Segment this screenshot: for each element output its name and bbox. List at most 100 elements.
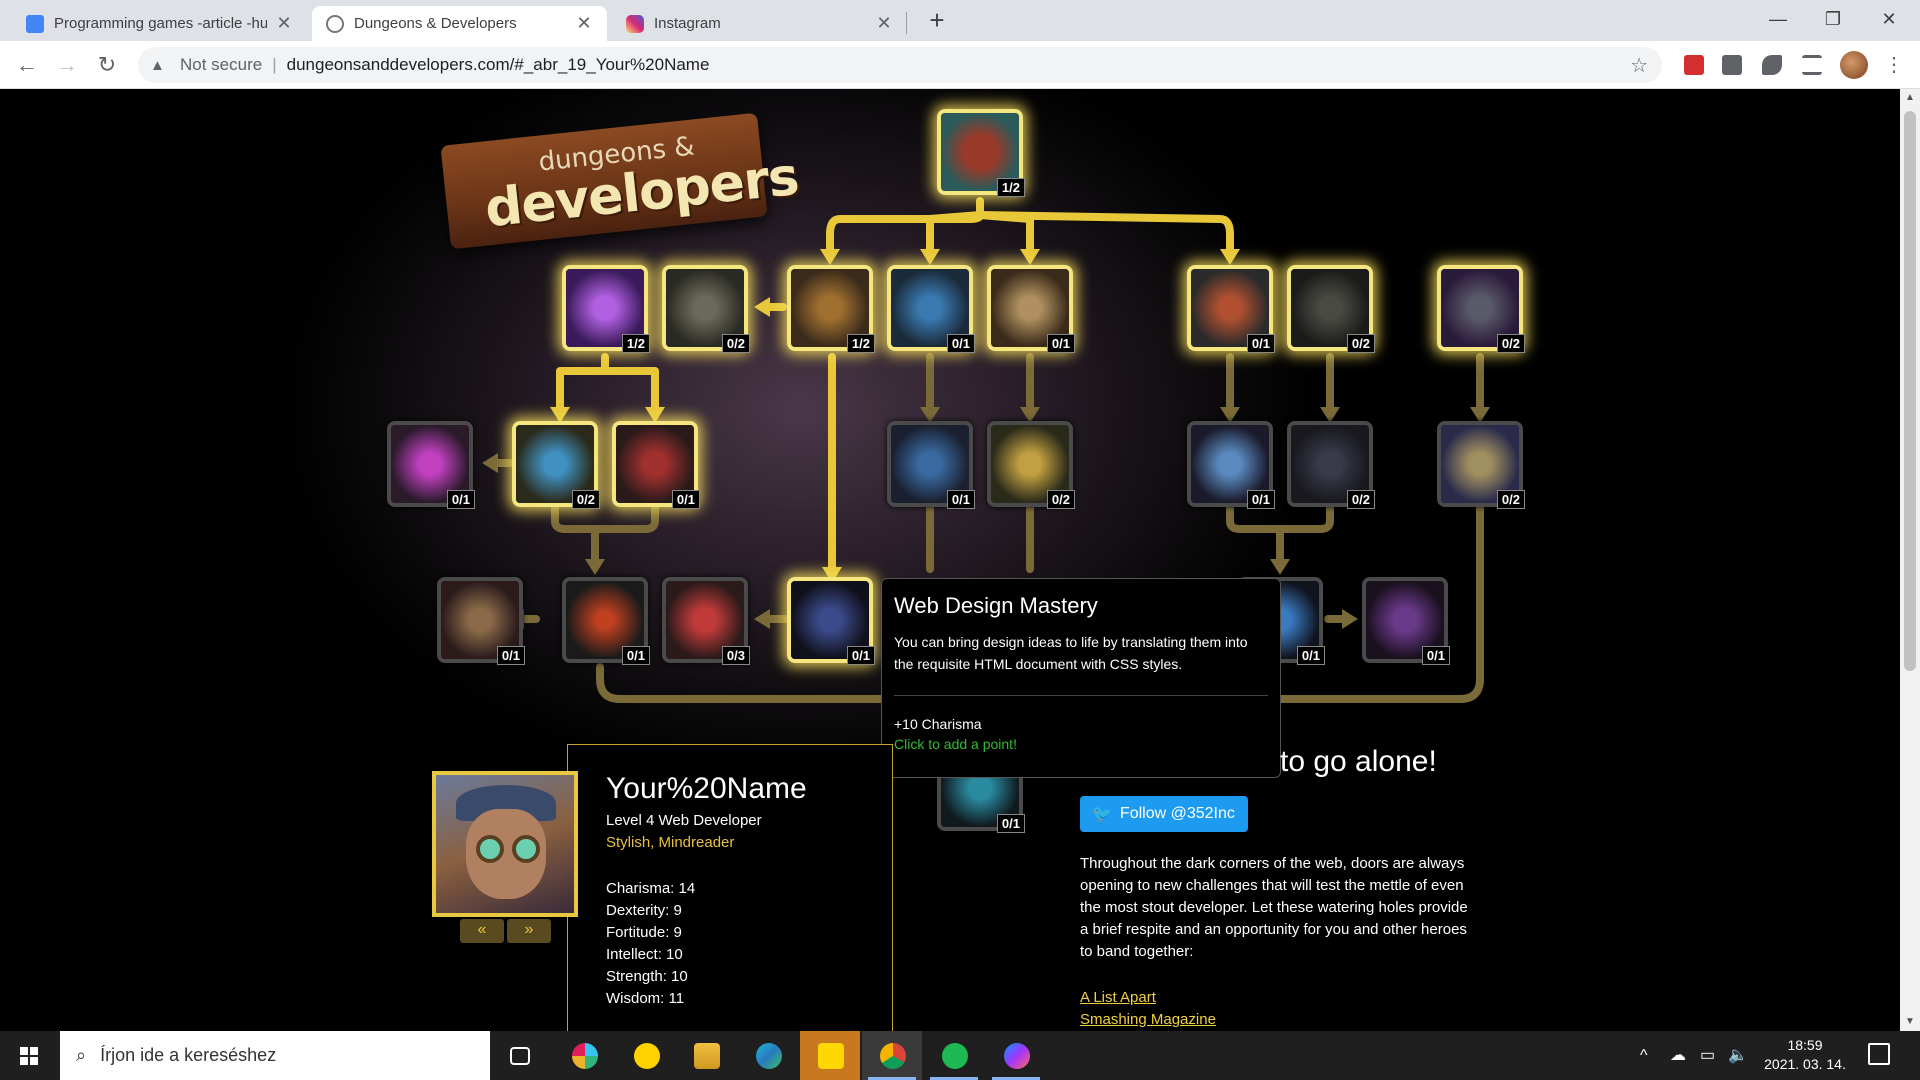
battery-icon[interactable]: ▭ bbox=[1700, 1031, 1715, 1080]
skill-html-book[interactable]: 1/2 bbox=[937, 109, 1025, 197]
new-tab-icon[interactable]: + bbox=[922, 6, 952, 36]
address-bar[interactable]: ▲ Not secure | dungeonsanddevelopers.com… bbox=[138, 47, 1662, 83]
menu-icon[interactable]: ⋮ bbox=[1884, 51, 1904, 79]
stat-wisdom: Wisdom: 11 bbox=[606, 990, 685, 1007]
profile-avatar[interactable] bbox=[1840, 51, 1868, 79]
tab-programming-games[interactable]: Programming games -article -hu ✕ bbox=[12, 6, 307, 41]
skill-aura-figure[interactable]: 0/1 bbox=[562, 577, 650, 665]
task-view-icon bbox=[510, 1047, 530, 1065]
reload-icon[interactable]: ↻ bbox=[92, 50, 122, 80]
skill-crystal[interactable]: 0/1 bbox=[887, 421, 975, 509]
skill-css-chest[interactable]: 1/2 bbox=[787, 265, 875, 353]
scroll-up-icon[interactable]: ▲ bbox=[1900, 89, 1920, 107]
skill-lightning-staff[interactable]: 0/1 bbox=[1187, 421, 1275, 509]
notification-icon[interactable] bbox=[1868, 1043, 1890, 1065]
skill-barrel[interactable]: 0/2 bbox=[1287, 265, 1375, 353]
link-smashing-magazine[interactable]: Smashing Magazine bbox=[1080, 1011, 1216, 1028]
file-explorer-icon bbox=[694, 1043, 720, 1069]
connector bbox=[551, 503, 599, 563]
character-portrait[interactable] bbox=[432, 771, 578, 917]
skill-gold-hammer[interactable]: 0/2 bbox=[987, 421, 1075, 509]
follow-label: Follow @352Inc bbox=[1119, 805, 1235, 822]
skill-magic-brush[interactable]: 0/2 bbox=[512, 421, 600, 509]
onedrive-icon[interactable]: ☁ bbox=[1670, 1031, 1686, 1080]
link-a-list-apart[interactable]: A List Apart bbox=[1080, 989, 1156, 1006]
close-tab-icon[interactable]: ✕ bbox=[575, 13, 593, 34]
scroll-down-icon[interactable]: ▼ bbox=[1900, 1013, 1920, 1031]
page-scrollbar[interactable]: ▲ ▼ bbox=[1900, 89, 1920, 1031]
minimize-icon[interactable]: — bbox=[1755, 4, 1801, 34]
messenger-button[interactable] bbox=[986, 1031, 1046, 1080]
character-level: Level 4 Web Developer bbox=[606, 812, 762, 829]
connector-arrow bbox=[1220, 249, 1240, 265]
tooltip-divider bbox=[894, 695, 1268, 696]
media-control-icon[interactable] bbox=[1802, 55, 1822, 75]
next-portrait-button[interactable]: » bbox=[507, 919, 551, 943]
taskbar-clock[interactable]: 18:59 2021. 03. 14. bbox=[1750, 1036, 1860, 1074]
skill-points: 0/1 bbox=[1246, 334, 1275, 353]
taskbar-search-box[interactable]: ⌕ Írjon ide a kereséshez bbox=[60, 1031, 490, 1080]
stat-fortitude: Fortitude: 9 bbox=[606, 924, 682, 941]
edge-button[interactable] bbox=[738, 1031, 798, 1080]
slack-button[interactable] bbox=[554, 1031, 614, 1080]
skill-red-mage[interactable]: 0/1 bbox=[612, 421, 700, 509]
skill-parchment[interactable]: 0/1 bbox=[437, 577, 525, 665]
skill-points: 1/2 bbox=[621, 334, 650, 353]
windows-logo-icon bbox=[20, 1047, 38, 1065]
skill-red-orb[interactable]: 0/3 bbox=[662, 577, 750, 665]
skill-js-scroll[interactable]: 0/1 bbox=[987, 265, 1075, 353]
connector bbox=[591, 503, 659, 533]
tab-title: Dungeons & Developers bbox=[354, 15, 517, 32]
tab-instagram[interactable]: Instagram ✕ bbox=[612, 6, 907, 41]
extension-red-icon[interactable] bbox=[1684, 55, 1704, 75]
norton-button[interactable] bbox=[616, 1031, 676, 1080]
close-window-icon[interactable]: ✕ bbox=[1866, 4, 1912, 34]
close-tab-icon[interactable]: ✕ bbox=[275, 13, 293, 34]
skill-tree-connectors bbox=[482, 197, 1490, 703]
warning-icon[interactable]: ▲ bbox=[150, 57, 166, 74]
skill-blue-scroll[interactable]: 0/1 bbox=[887, 265, 975, 353]
skill-purple-scroll[interactable]: 1/2 bbox=[562, 265, 650, 353]
skill-purple-rune[interactable]: 0/1 bbox=[1362, 577, 1450, 665]
back-icon[interactable]: ← bbox=[12, 50, 42, 80]
skill-potion[interactable]: 0/1 bbox=[387, 421, 475, 509]
skill-points: 0/1 bbox=[446, 490, 475, 509]
extensions-puzzle-icon[interactable] bbox=[1762, 55, 1782, 75]
tray-chevron-icon[interactable]: ^ bbox=[1640, 1031, 1648, 1080]
skill-barrel-dark[interactable]: 0/2 bbox=[1287, 421, 1375, 509]
character-name[interactable]: Your%20Name bbox=[606, 772, 807, 806]
start-button[interactable] bbox=[0, 1031, 60, 1080]
skill-hammer[interactable]: 0/2 bbox=[662, 265, 750, 353]
skill-ship[interactable]: 0/2 bbox=[1437, 421, 1525, 509]
prev-portrait-button[interactable]: « bbox=[460, 919, 504, 943]
chrome-icon bbox=[880, 1043, 906, 1069]
skill-pickaxe[interactable]: 0/1 bbox=[1187, 265, 1275, 353]
skill-dark-hammer[interactable]: 0/2 bbox=[1437, 265, 1525, 353]
file-explorer-button[interactable] bbox=[676, 1031, 736, 1080]
slack-icon bbox=[572, 1043, 598, 1069]
bookmark-star-icon[interactable]: ☆ bbox=[1630, 53, 1648, 78]
url-text[interactable]: dungeonsanddevelopers.com/#_abr_19_Your%… bbox=[287, 55, 710, 75]
chrome-button[interactable] bbox=[862, 1031, 922, 1080]
clock-date: 2021. 03. 14. bbox=[1764, 1056, 1846, 1072]
tab-dungeons-developers[interactable]: Dungeons & Developers ✕ bbox=[312, 6, 607, 41]
restore-icon[interactable]: ❐ bbox=[1810, 4, 1856, 34]
volume-icon[interactable]: 🔈 bbox=[1728, 1031, 1748, 1080]
skill-shadow-figure[interactable]: 0/1 bbox=[787, 577, 875, 665]
close-tab-icon[interactable]: ✕ bbox=[875, 13, 893, 34]
sticky-notes-button[interactable] bbox=[800, 1031, 860, 1080]
twitter-follow-button[interactable]: 🐦 Follow @352Inc bbox=[1080, 796, 1248, 832]
task-view-button[interactable] bbox=[490, 1031, 550, 1080]
security-label[interactable]: Not secure bbox=[180, 55, 262, 75]
portrait-goggle-right bbox=[512, 835, 540, 863]
skill-points: 0/2 bbox=[1346, 490, 1375, 509]
spotify-button[interactable] bbox=[924, 1031, 984, 1080]
connector bbox=[1226, 503, 1284, 563]
instagram-icon bbox=[626, 14, 644, 33]
clock-time: 18:59 bbox=[1787, 1037, 1823, 1053]
skill-points: 0/2 bbox=[1046, 490, 1075, 509]
forward-icon[interactable]: → bbox=[52, 50, 82, 80]
extension-h-icon[interactable] bbox=[1722, 55, 1742, 75]
portrait-goggle-left bbox=[476, 835, 504, 863]
scroll-thumb[interactable] bbox=[1904, 111, 1916, 671]
